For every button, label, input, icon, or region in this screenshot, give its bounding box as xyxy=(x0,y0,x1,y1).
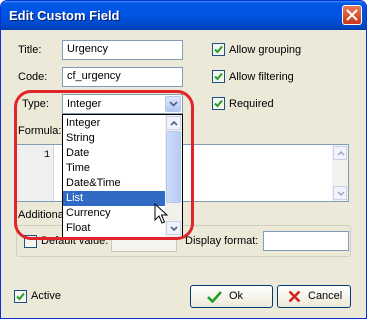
window-title: Edit Custom Field xyxy=(9,8,120,23)
display-format-input[interactable] xyxy=(263,231,349,251)
required-label: Required xyxy=(229,98,274,110)
chevron-down-icon xyxy=(169,101,178,107)
active-checkbox[interactable] xyxy=(14,290,27,303)
ok-label: Ok xyxy=(229,290,244,302)
additional-group-label: Additional xyxy=(18,209,67,221)
title-input[interactable]: Urgency xyxy=(62,40,183,60)
type-combobox[interactable]: Integer xyxy=(62,94,183,114)
active-label: Active xyxy=(31,290,61,302)
list-scroll-thumb[interactable] xyxy=(166,131,181,203)
line-number: 1 xyxy=(44,150,51,161)
type-dropdown-button[interactable] xyxy=(165,96,181,112)
close-icon xyxy=(346,9,358,21)
formula-label: Formula: xyxy=(18,125,62,137)
allow-grouping-label: Allow grouping xyxy=(229,44,302,56)
checkmark-icon xyxy=(214,72,223,81)
list-scroll-up-button[interactable] xyxy=(166,116,181,130)
chevron-down-icon xyxy=(337,191,345,196)
checkmark-icon xyxy=(214,99,223,108)
code-label: Code: xyxy=(18,71,48,83)
type-option-time[interactable]: Time xyxy=(63,161,165,176)
allow-filtering-checkbox[interactable] xyxy=(212,70,225,83)
type-option-float[interactable]: Float xyxy=(63,221,165,236)
chevron-up-icon xyxy=(337,151,345,156)
line-number-gutter: 1 xyxy=(17,145,54,201)
scroll-down-button[interactable] xyxy=(333,186,347,200)
type-option-integer[interactable]: Integer xyxy=(63,116,165,131)
required-checkbox[interactable] xyxy=(212,97,225,110)
allow-grouping-checkbox[interactable] xyxy=(212,43,225,56)
cancel-label: Cancel xyxy=(308,290,343,302)
chevron-up-icon xyxy=(170,121,178,126)
type-option-list[interactable]: List xyxy=(63,191,165,206)
editor-scrollbar[interactable] xyxy=(332,145,348,201)
close-button[interactable] xyxy=(342,5,362,25)
edit-custom-field-dialog: Edit Custom Field Title: Urgency Code: c… xyxy=(0,0,367,319)
checkmark-icon xyxy=(16,292,25,301)
title-label: Title: xyxy=(18,44,42,56)
type-option-date[interactable]: Date xyxy=(63,146,165,161)
ok-button[interactable]: Ok xyxy=(190,285,273,308)
checkmark-icon xyxy=(214,45,223,54)
type-label: Type: xyxy=(22,98,49,110)
mouse-cursor-icon xyxy=(154,203,168,224)
cancel-x-icon xyxy=(288,290,301,303)
allow-filtering-label: Allow filtering xyxy=(229,71,294,83)
title-bar[interactable]: Edit Custom Field xyxy=(1,1,366,30)
type-option-datetime[interactable]: Date&Time xyxy=(63,176,165,191)
type-option-currency[interactable]: Currency xyxy=(63,206,165,221)
display-format-label: Display format: xyxy=(185,235,259,247)
cancel-button[interactable]: Cancel xyxy=(277,285,351,308)
code-input[interactable]: cf_urgency xyxy=(62,67,183,87)
default-value-checkbox[interactable] xyxy=(24,235,37,248)
type-option-string[interactable]: String xyxy=(63,131,165,146)
list-scroll-down-button[interactable] xyxy=(166,221,181,235)
type-value: Integer xyxy=(67,98,102,110)
scroll-up-button[interactable] xyxy=(333,146,347,160)
chevron-down-icon xyxy=(170,226,178,231)
checkmark-icon xyxy=(207,291,222,303)
